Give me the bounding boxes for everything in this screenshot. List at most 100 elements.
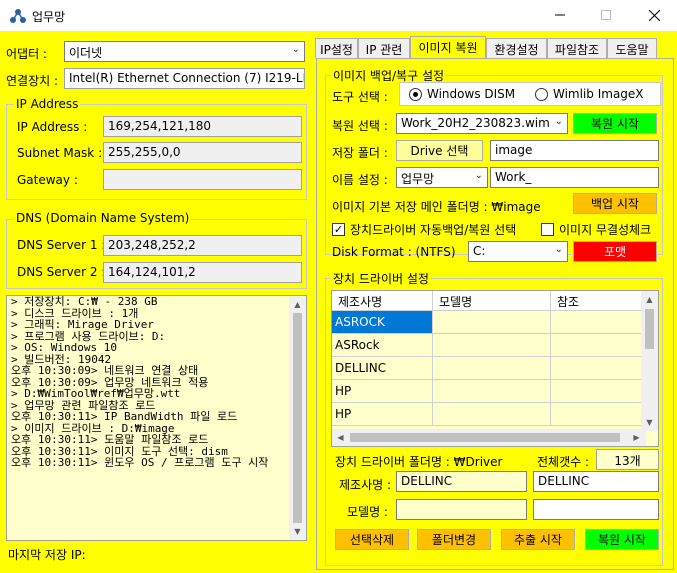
table-row[interactable]: ASRock	[332, 334, 646, 357]
gateway-field[interactable]	[103, 169, 302, 190]
chevron-down-icon: ⌄	[554, 116, 563, 127]
scroll-left-icon[interactable]: ◀	[332, 429, 349, 446]
ip-value: 169,254,121,180	[108, 119, 212, 133]
driver-table-vthumb[interactable]	[645, 309, 654, 349]
table-row[interactable]: HP	[332, 403, 646, 426]
tool-radio-group: Windows DISM Wimlib ImageX	[399, 82, 661, 106]
driver-auto-checkbox[interactable]: ✓	[332, 223, 345, 236]
settings-panel: IP설정 IP 관련 이미지 복원 환경설정 파일참조 도움말 이미지 백업/복…	[313, 31, 677, 573]
scroll-up-icon[interactable]: ▲	[641, 291, 658, 308]
driver-table[interactable]: 제조사명 모델명 참조 ASROCK ASRock DELLINC HP HP ▲ ▼ …	[331, 290, 659, 447]
log-line: > 업무망 관련 파일참조 로드	[11, 399, 156, 411]
maximize-icon	[601, 10, 611, 20]
tab-help[interactable]: 도움말	[607, 38, 657, 58]
tab-image-restore[interactable]: 이미지 복원	[410, 36, 486, 59]
scroll-up-icon[interactable]: ▲	[289, 296, 306, 313]
delete-selected-button[interactable]: 선택삭제	[335, 529, 409, 550]
total-count-value: 13개	[614, 454, 641, 468]
drive-select-button[interactable]: Drive 선택	[396, 140, 483, 161]
cell-maker[interactable]: ASRock	[332, 334, 433, 357]
close-button[interactable]	[631, 0, 677, 30]
log-line: > 디스크 드라이브 : 1개	[11, 307, 139, 319]
ip-field[interactable]: 169,254,121,180	[103, 116, 302, 137]
name-preset-select[interactable]: 업무망 ⌄	[396, 167, 488, 188]
scroll-down-icon[interactable]: ▼	[289, 523, 306, 540]
app-window: 업무망 어댑터 : 이더넷 ⌄ 연결장치 : Intel(R) Ethernet…	[0, 0, 677, 573]
dns1-value: 203,248,252,2	[108, 238, 196, 252]
driver-table-hthumb[interactable]	[350, 433, 620, 442]
dism-label[interactable]: Windows DISM	[427, 87, 515, 101]
adapter-label: 어댑터 :	[6, 47, 47, 61]
dns1-field[interactable]: 203,248,252,2	[103, 235, 302, 256]
model-label: 모델명 :	[347, 505, 388, 519]
cell-reference[interactable]	[551, 311, 646, 334]
tab-environment[interactable]: 환경설정	[486, 38, 547, 58]
cell-maker[interactable]: HP	[332, 403, 433, 426]
cell-reference[interactable]	[551, 357, 646, 380]
cell-model[interactable]	[433, 334, 551, 357]
integrity-checkbox[interactable]	[541, 223, 554, 236]
restore-image-select[interactable]: Work_20H2_230823.wim ⌄	[396, 113, 568, 134]
restore-select-label: 복원 선택 :	[332, 119, 388, 133]
model-field-2[interactable]	[533, 499, 659, 520]
cell-model[interactable]	[433, 380, 551, 403]
integrity-label: 이미지 무결성체크	[559, 223, 652, 237]
tab-file-reference[interactable]: 파일참조	[547, 38, 607, 58]
subnet-value: 255,255,0,0	[108, 145, 181, 159]
save-folder-value: image	[495, 143, 533, 157]
column-header-reference[interactable]: 참조	[551, 291, 646, 311]
log-line: 오후 10:30:09> 업무망 네트워크 적용	[11, 376, 209, 388]
maximize-button[interactable]	[583, 0, 629, 30]
tab-ip-related[interactable]: IP 관련	[358, 38, 410, 58]
log-scrollbar[interactable]: ▲ ▼	[289, 296, 306, 540]
table-row[interactable]: HP	[332, 380, 646, 403]
dns2-field[interactable]: 164,124,101,2	[103, 262, 302, 283]
table-row[interactable]: ASROCK	[332, 311, 646, 334]
disk-select[interactable]: C: ⌄	[468, 241, 568, 262]
cell-reference[interactable]	[551, 403, 646, 426]
column-header-model[interactable]: 모델명	[433, 291, 551, 311]
subnet-field[interactable]: 255,255,0,0	[103, 142, 302, 163]
cell-maker[interactable]: DELLINC	[332, 357, 433, 380]
change-folder-button[interactable]: 폴더변경	[417, 529, 491, 550]
cell-model[interactable]	[433, 403, 551, 426]
driver-table-header: 제조사명 모델명 참조	[332, 291, 646, 311]
log-lines: > 저장장치: C:₩ - 238 GB > 디스크 드라이브 : 1개 > 그래픽…	[11, 296, 291, 469]
maker-field-2[interactable]: DELLINC	[533, 471, 659, 492]
cell-reference[interactable]	[551, 334, 646, 357]
wimlib-label[interactable]: Wimlib ImageX	[553, 87, 644, 101]
cell-model[interactable]	[433, 357, 551, 380]
scroll-right-icon[interactable]: ▶	[628, 429, 645, 446]
log-scroll-thumb[interactable]	[293, 313, 302, 523]
wimlib-radio[interactable]	[535, 88, 548, 101]
table-row[interactable]: DELLINC	[332, 357, 646, 380]
adapter-select[interactable]: 이더넷 ⌄	[64, 41, 305, 62]
driver-restore-start-button[interactable]: 복원 시작	[585, 529, 659, 550]
minimize-button[interactable]	[537, 0, 583, 30]
device-value: Intel(R) Ethernet Connection (7) I219-LM	[69, 71, 305, 85]
restore-start-button[interactable]: 복원 시작	[573, 113, 657, 134]
model-field[interactable]	[396, 499, 527, 520]
tab-ip-settings[interactable]: IP설정	[315, 38, 358, 58]
backup-start-button[interactable]: 백업 시작	[573, 193, 657, 214]
log-line: 오후 10:30:11> 도움말 파일참조 로드	[11, 434, 209, 446]
log-output[interactable]: > 저장장치: C:₩ - 238 GB > 디스크 드라이브 : 1개 > 그래픽…	[6, 295, 307, 541]
adapter-value: 이더넷	[69, 46, 103, 60]
driver-table-hscroll[interactable]: ◀ ▶	[332, 429, 646, 446]
cell-maker[interactable]: HP	[332, 380, 433, 403]
cell-maker[interactable]: ASROCK	[332, 311, 433, 334]
column-header-maker[interactable]: 제조사명	[332, 291, 433, 311]
image-restore-panel: 이미지 백업/복구 설정 도구 선택 : Windows DISM Wimlib…	[316, 58, 674, 570]
extract-start-button[interactable]: 추출 시작	[501, 529, 575, 550]
format-button[interactable]: 포맷	[573, 241, 657, 262]
cell-reference[interactable]	[551, 380, 646, 403]
log-line: 오후 10:30:11> IP BandWidth 파일 로드	[11, 411, 238, 423]
name-value: Work_	[495, 170, 532, 184]
save-folder-field[interactable]: image	[490, 140, 659, 161]
name-field[interactable]: Work_	[490, 167, 659, 188]
window-title: 업무망	[32, 10, 66, 24]
cell-model[interactable]	[433, 311, 551, 334]
dism-radio[interactable]	[409, 88, 422, 101]
driver-table-vscroll[interactable]: ▲ ▼	[641, 291, 658, 431]
maker-field[interactable]: DELLINC	[396, 471, 527, 492]
